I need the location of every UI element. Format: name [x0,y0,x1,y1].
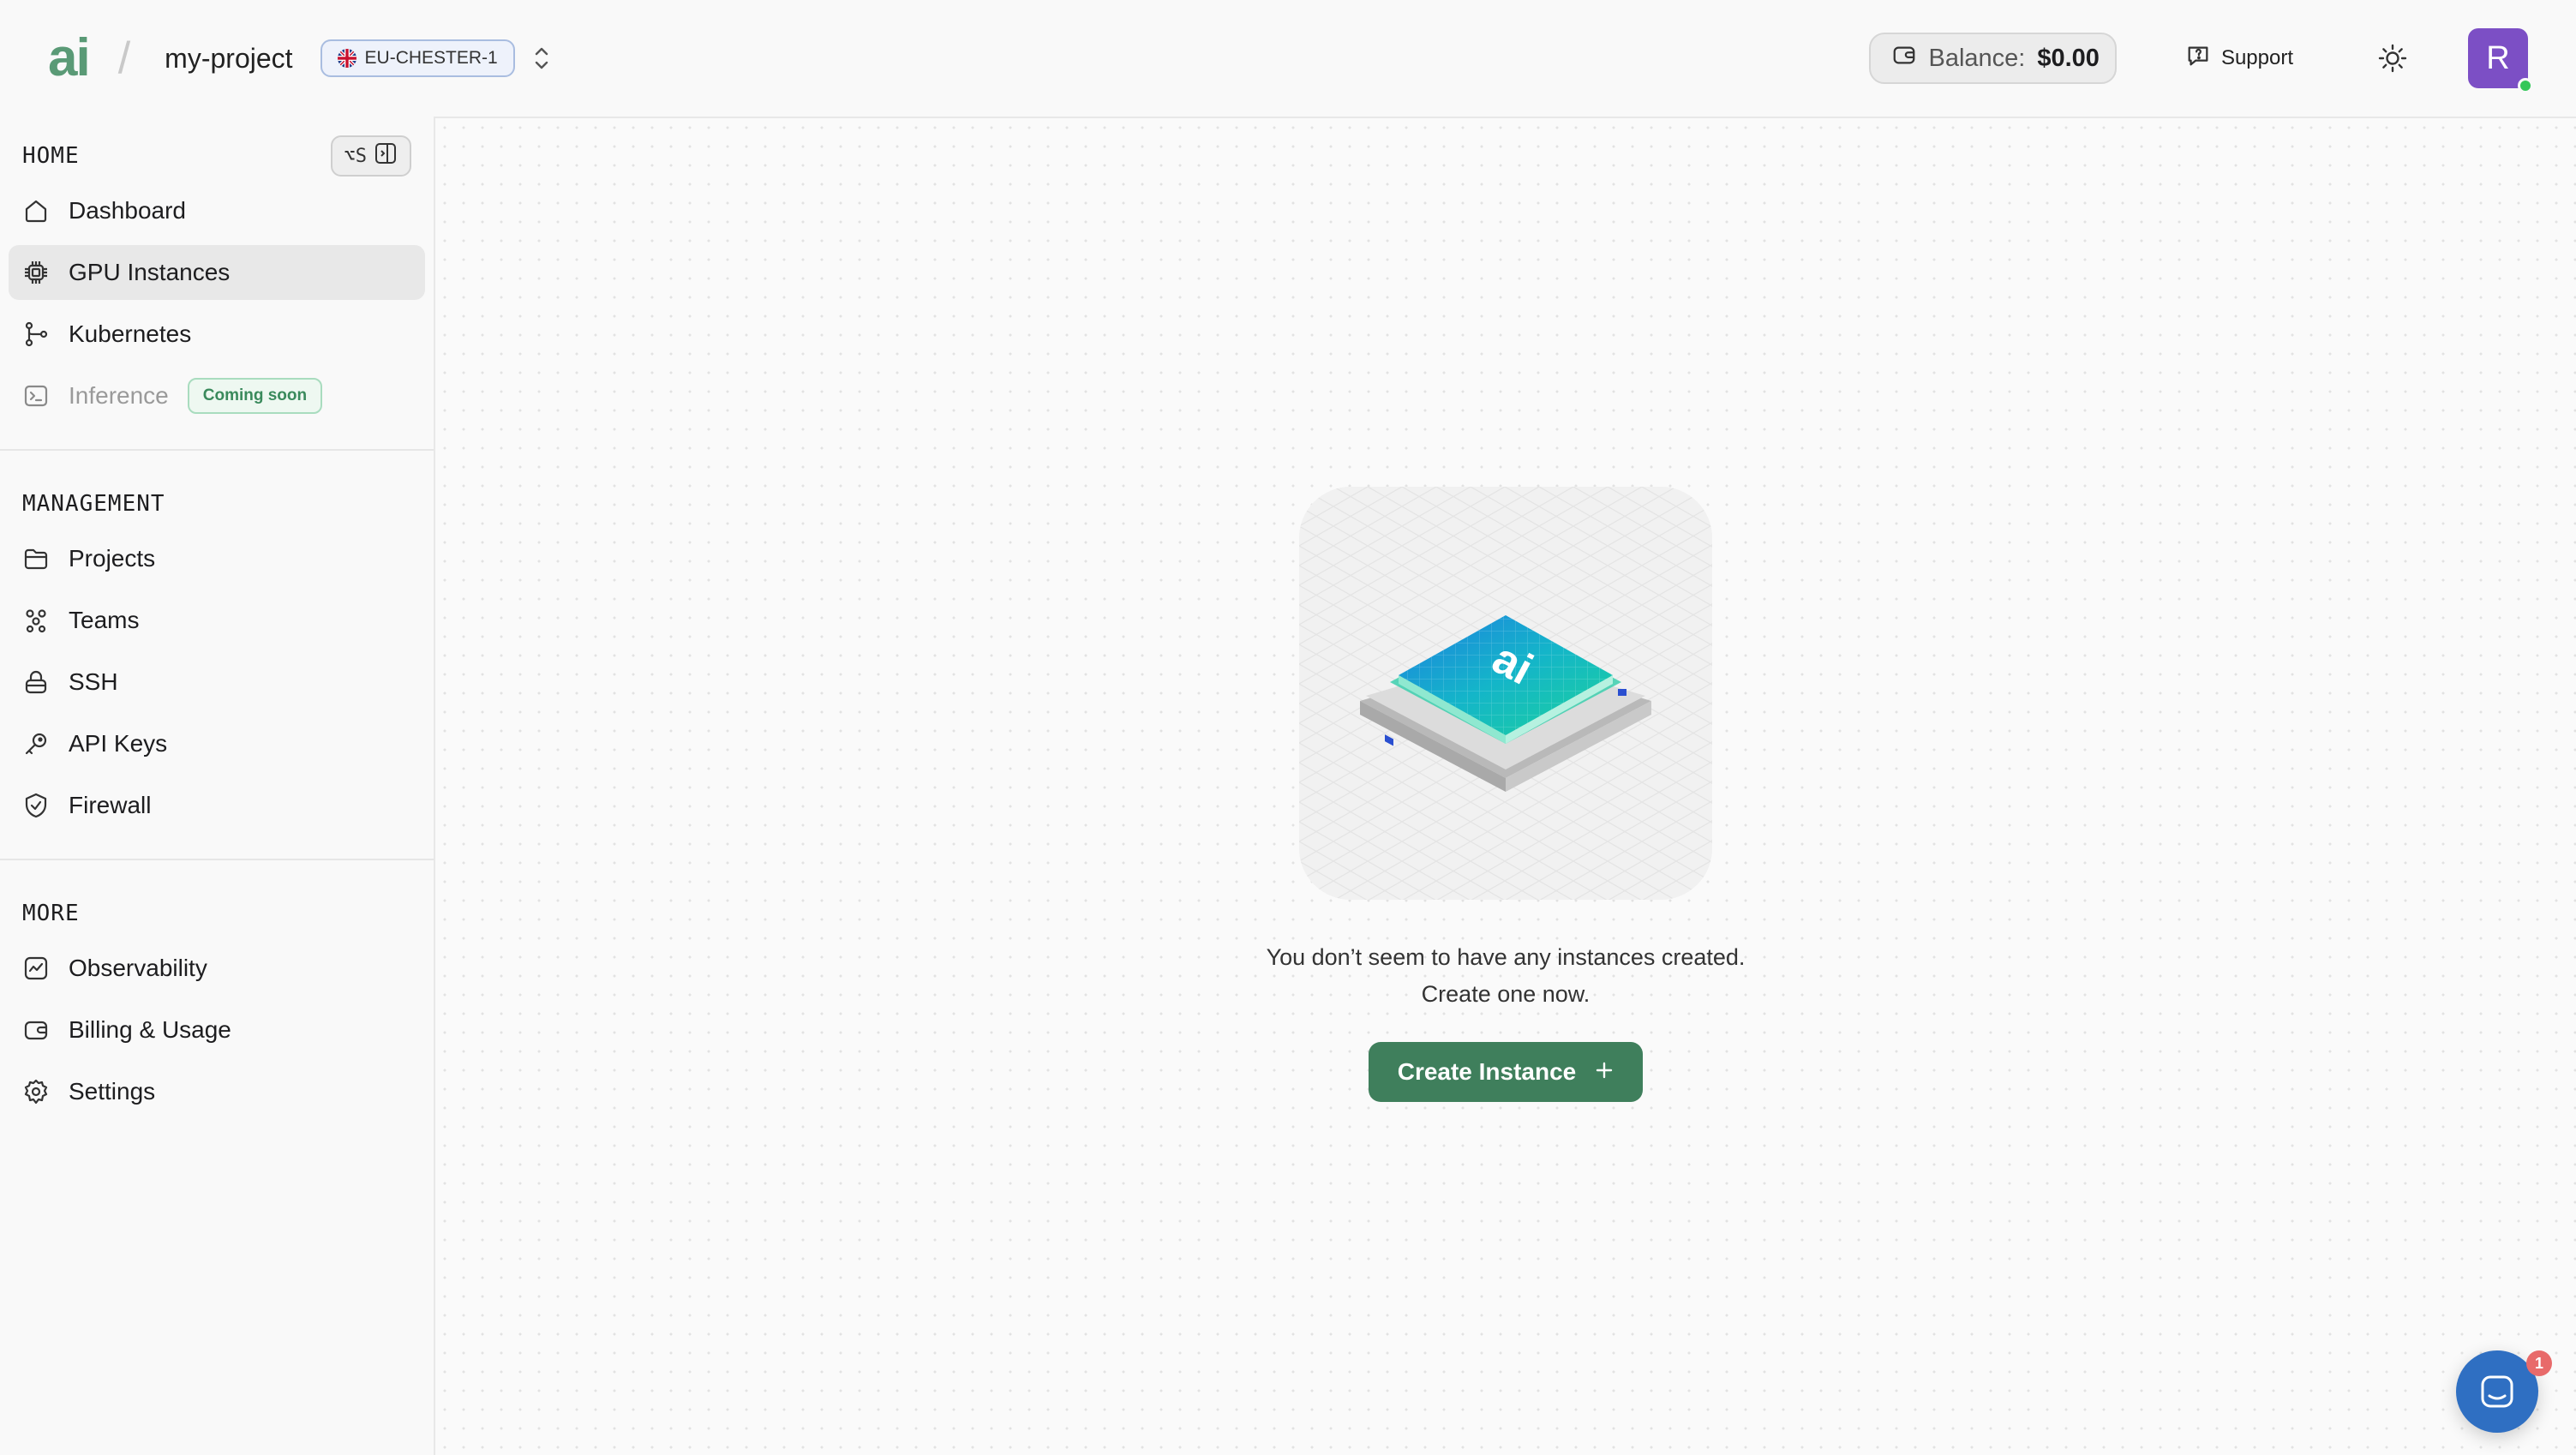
sidebar-item-label: Settings [69,1078,156,1105]
uk-flag-icon [337,49,356,68]
key-icon [25,733,47,755]
section-head-home: HOME ⌥S [9,135,425,177]
section-head-management: MANAGEMENT [9,483,425,524]
sidebar-item-observability[interactable]: Observability [9,941,425,996]
sidebar-item-billing-usage[interactable]: Billing & Usage [9,1003,425,1057]
section-title-management: MANAGEMENT [22,491,165,517]
shield-icon [25,793,47,818]
balance-value: $0.00 [2037,44,2100,72]
sun-icon[interactable] [2377,43,2408,74]
sidebar-item-label: Observability [69,955,207,981]
shortcut-label: ⌥S [344,145,368,167]
empty-state: ai You don’t seem to have any instances … [435,487,2576,1102]
coming-soon-badge: Coming soon [187,378,323,414]
notification-badge: 1 [2526,1350,2552,1376]
sidebar-section-management: MANAGEMENT Projects Teams SSH API Keys F… [0,483,434,833]
support-link[interactable]: Support [2185,43,2293,75]
online-status-dot [2518,78,2533,93]
lock-icon [25,670,47,694]
sidebar-item-projects[interactable]: Projects [9,531,425,586]
section-head-more: MORE [9,893,425,934]
plus-icon [1595,1058,1614,1086]
kubernetes-icon [25,321,48,347]
chip-illustration: ai [1299,487,1712,900]
sidebar-item-label: API Keys [69,730,168,757]
sidebar-item-label: Dashboard [69,197,186,224]
support-label: Support [2220,46,2293,69]
create-instance-label: Create Instance [1397,1058,1577,1085]
terminal-icon [24,385,48,407]
home-icon [25,200,47,223]
logo[interactable]: ai [48,32,91,85]
sidebar-item-label: Teams [69,607,140,633]
breadcrumb-separator: / [117,33,131,83]
sidebar-item-gpu-instances[interactable]: GPU Instances [9,245,425,300]
region-badge[interactable]: EU-CHESTER-1 [320,39,515,77]
sidebar-item-label: Inference [69,382,169,409]
chevron-up-down-icon[interactable] [532,44,551,73]
sidebar-divider [0,859,434,860]
chat-icon [2481,1375,2513,1408]
section-title-more: MORE [22,901,80,926]
sidebar-divider [0,449,434,451]
sidebar-section-home: HOME ⌥S Dashboard GPU Instances Kubernet… [0,117,434,423]
sidebar-section-more: MORE Observability Billing & Usage Setti… [0,893,434,1119]
sidebar-toggle-icon [374,141,398,171]
region-label: EU-CHESTER-1 [364,48,498,68]
balance-label: Balance: [1928,44,2026,72]
project-name[interactable]: my-project [165,43,292,75]
sidebar-item-teams[interactable]: Teams [9,593,425,648]
avatar-initial: R [2486,39,2510,76]
sidebar-item-kubernetes[interactable]: Kubernetes [9,307,425,362]
main-panel: ai You don’t seem to have any instances … [434,117,2576,1455]
sidebar-item-dashboard[interactable]: Dashboard [9,183,425,238]
gear-icon [24,1079,48,1105]
chart-icon [24,956,48,980]
app-root: ai / my-project EU-CHESTER-1 Balance: $0… [0,0,2576,1455]
section-title-home: HOME [22,143,80,169]
sidebar: HOME ⌥S Dashboard GPU Instances Kubernet… [0,117,434,1455]
avatar[interactable]: R [2468,28,2533,93]
sidebar-item-label: Billing & Usage [69,1016,231,1043]
top-bar: ai / my-project EU-CHESTER-1 Balance: $0… [0,0,2576,117]
sidebar-item-ssh[interactable]: SSH [9,655,425,710]
collapse-sidebar-button[interactable]: ⌥S [330,135,411,177]
sidebar-item-firewall[interactable]: Firewall [9,778,425,833]
sidebar-item-label: GPU Instances [69,259,231,285]
teams-icon [26,609,46,633]
wallet-icon [1891,42,1917,75]
sidebar-item-label: Firewall [69,792,152,818]
support-icon [2185,43,2211,75]
sidebar-item-label: Projects [69,545,156,572]
sidebar-item-settings[interactable]: Settings [9,1064,425,1119]
create-instance-button[interactable]: Create Instance [1368,1042,1644,1102]
empty-state-message: You don’t seem to have any instances cre… [1266,944,1746,970]
sidebar-item-api-keys[interactable]: API Keys [9,716,425,771]
balance-pill[interactable]: Balance: $0.00 [1868,33,2117,84]
sidebar-item-inference: Inference Coming soon [9,368,425,423]
folder-icon [24,548,48,570]
chip-icon [25,261,47,284]
wallet-icon [24,1021,48,1040]
sidebar-item-label: Kubernetes [69,320,192,347]
sidebar-item-label: SSH [69,668,118,695]
empty-state-hint: Create one now. [1421,981,1591,1007]
